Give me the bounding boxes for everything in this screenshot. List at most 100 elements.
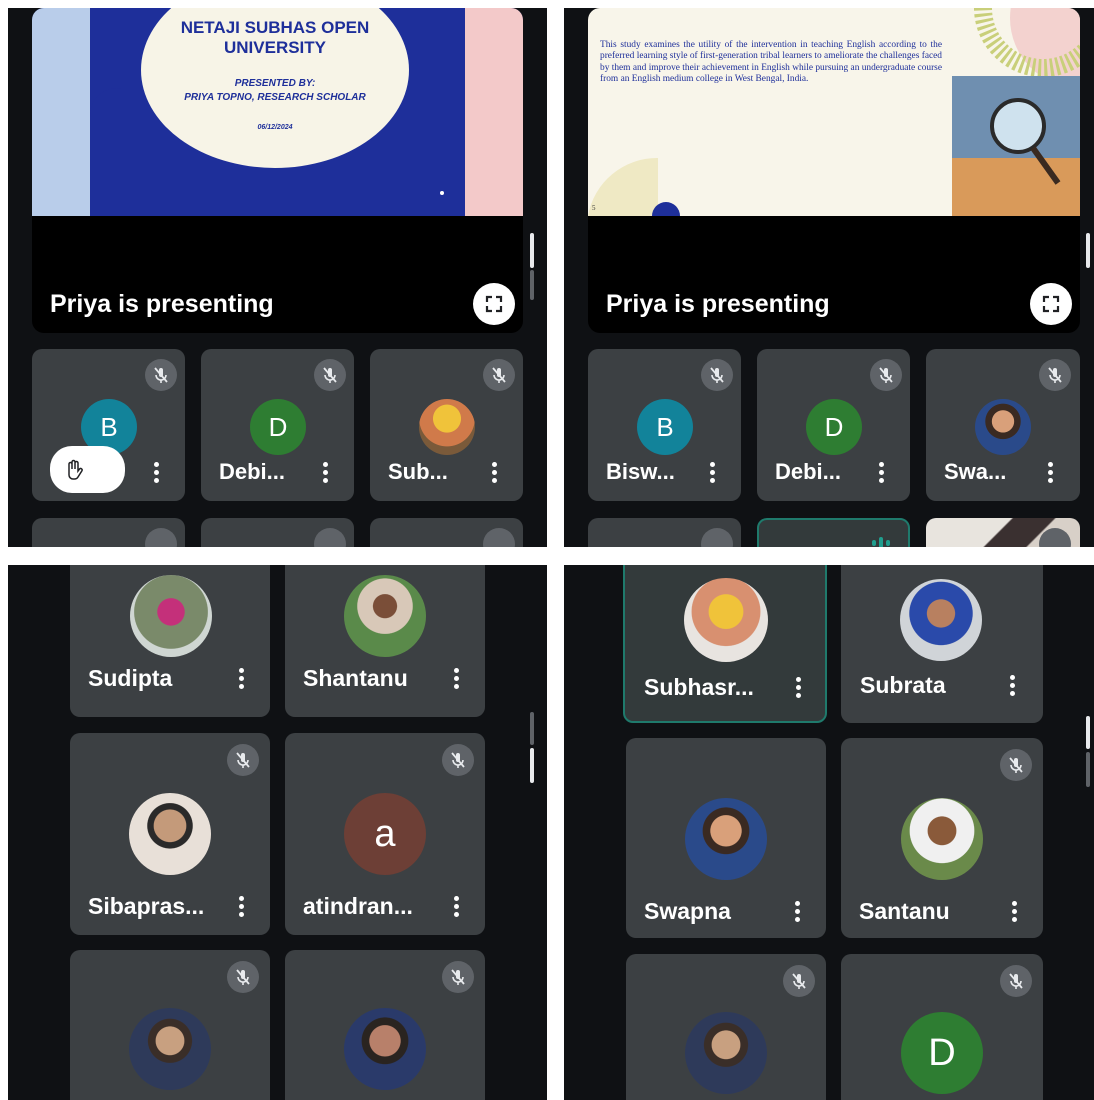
participant-tile[interactable]: Shantanu <box>285 565 485 717</box>
presenting-label: Priya is presenting <box>606 290 830 318</box>
mic-off-icon <box>442 744 474 776</box>
avatar-photo <box>685 798 767 880</box>
participant-tile[interactable]: Subrata <box>841 565 1043 723</box>
avatar: B <box>637 399 693 455</box>
mic-off-icon <box>701 359 733 391</box>
participant-tile[interactable] <box>926 518 1080 547</box>
slide-presented-by: PRESENTED BY: <box>234 78 316 89</box>
mic-off-icon <box>314 528 346 547</box>
meet-screenshot-2: 5 This study examines the utility of the… <box>564 8 1094 547</box>
avatar: D <box>250 399 306 455</box>
mic-off-icon <box>145 359 177 391</box>
more-options-button[interactable] <box>453 896 459 917</box>
mic-off-icon <box>1039 359 1071 391</box>
mic-off-icon <box>870 359 902 391</box>
slide-date: 06/12/2024 <box>257 124 293 131</box>
participant-name: Sibapras... <box>88 893 205 919</box>
avatar: a <box>344 793 426 875</box>
more-options-button[interactable] <box>878 462 884 483</box>
presentation-view[interactable]: 5 This study examines the utility of the… <box>588 8 1080 333</box>
meet-screenshot-1: NETAJI SUBHAS OPEN UNIVERSITY PRESENTED … <box>8 8 547 547</box>
mic-off-icon <box>783 965 815 997</box>
speaking-indicator-icon <box>872 536 890 547</box>
mic-off-icon <box>145 528 177 547</box>
participant-tile[interactable] <box>370 518 523 547</box>
participant-tile[interactable] <box>285 950 485 1100</box>
participant-tile[interactable]: a atindran... <box>285 733 485 935</box>
participant-tile[interactable] <box>70 950 270 1100</box>
presenting-label: Priya is presenting <box>50 290 274 318</box>
more-options-button[interactable] <box>238 896 244 917</box>
more-options-button[interactable] <box>491 462 497 483</box>
avatar-photo <box>975 399 1031 455</box>
more-options-button[interactable] <box>709 462 715 483</box>
participant-name: Swapna <box>644 898 731 924</box>
avatar: D <box>806 399 862 455</box>
participant-tile[interactable]: B Bisw... <box>588 349 741 501</box>
avatar-photo <box>900 579 982 661</box>
participant-tile-speaking[interactable] <box>757 518 910 547</box>
mic-off-icon <box>314 359 346 391</box>
mic-off-icon <box>483 359 515 391</box>
more-options-button[interactable] <box>794 901 800 922</box>
participant-tile[interactable]: D <box>841 954 1043 1100</box>
mic-off-icon <box>1000 749 1032 781</box>
participant-name: Subrata <box>860 672 946 698</box>
slide-presenter: PRIYA TOPNO, RESEARCH SCHOLAR <box>184 92 366 103</box>
participant-name: Santanu <box>859 898 950 924</box>
participant-name: Sub... <box>388 459 448 484</box>
avatar-photo <box>684 578 768 662</box>
avatar-photo <box>901 798 983 880</box>
more-options-button[interactable] <box>1009 675 1015 696</box>
scrollbar[interactable] <box>1086 233 1090 268</box>
participant-tile[interactable]: Sudipta <box>70 565 270 717</box>
participant-tile[interactable] <box>626 954 826 1100</box>
more-options-button[interactable] <box>453 668 459 689</box>
fullscreen-button[interactable] <box>1030 283 1072 325</box>
slide-abstract-text: This study examines the utility of the i… <box>600 40 942 84</box>
raised-hand-icon <box>68 459 83 480</box>
mic-off-icon <box>227 961 259 993</box>
avatar-photo <box>344 1008 426 1090</box>
participant-tile[interactable] <box>32 518 185 547</box>
avatar: D <box>901 1012 983 1094</box>
participant-name: atindran... <box>303 893 413 919</box>
mic-off-icon <box>1000 965 1032 997</box>
avatar-photo <box>129 793 211 875</box>
scrollbar[interactable] <box>1086 716 1090 749</box>
fullscreen-icon <box>485 295 503 313</box>
avatar-photo <box>419 399 475 455</box>
participant-tile[interactable]: D Debi... <box>757 349 910 501</box>
scrollbar[interactable] <box>530 748 534 783</box>
more-options-button[interactable] <box>1047 462 1053 483</box>
participant-name: Shantanu <box>303 665 408 691</box>
participant-tile[interactable]: B <box>32 349 185 501</box>
avatar-photo <box>344 575 426 657</box>
participant-tile[interactable]: Sub... <box>370 349 523 501</box>
more-options-button[interactable] <box>322 462 328 483</box>
mic-off-icon <box>442 961 474 993</box>
more-options-button[interactable] <box>1011 901 1017 922</box>
more-options-button[interactable] <box>795 677 801 698</box>
participant-tile[interactable]: Sibapras... <box>70 733 270 935</box>
fullscreen-button[interactable] <box>473 283 515 325</box>
participant-tile-speaking[interactable]: Subhasr... <box>623 565 827 723</box>
presentation-view[interactable]: NETAJI SUBHAS OPEN UNIVERSITY PRESENTED … <box>32 8 523 333</box>
participant-tile[interactable]: Santanu <box>841 738 1043 938</box>
mic-off-icon <box>701 528 733 547</box>
participant-name: Subhasr... <box>644 674 754 700</box>
avatar-photo <box>129 1008 211 1090</box>
participant-tile[interactable] <box>588 518 741 547</box>
participant-tile[interactable]: Swa... <box>926 349 1080 501</box>
more-options-button[interactable] <box>153 462 159 483</box>
participant-tile[interactable]: Swapna <box>626 738 826 938</box>
more-options-button[interactable] <box>238 668 244 689</box>
mic-off-icon <box>1039 528 1071 547</box>
participant-tile[interactable] <box>201 518 354 547</box>
participant-name: Swa... <box>944 459 1007 484</box>
fullscreen-icon <box>1042 295 1060 313</box>
participant-name: Debi... <box>775 459 842 484</box>
scrollbar-track <box>530 270 534 300</box>
scrollbar[interactable] <box>530 233 534 268</box>
participant-tile[interactable]: D Debi... <box>201 349 354 501</box>
